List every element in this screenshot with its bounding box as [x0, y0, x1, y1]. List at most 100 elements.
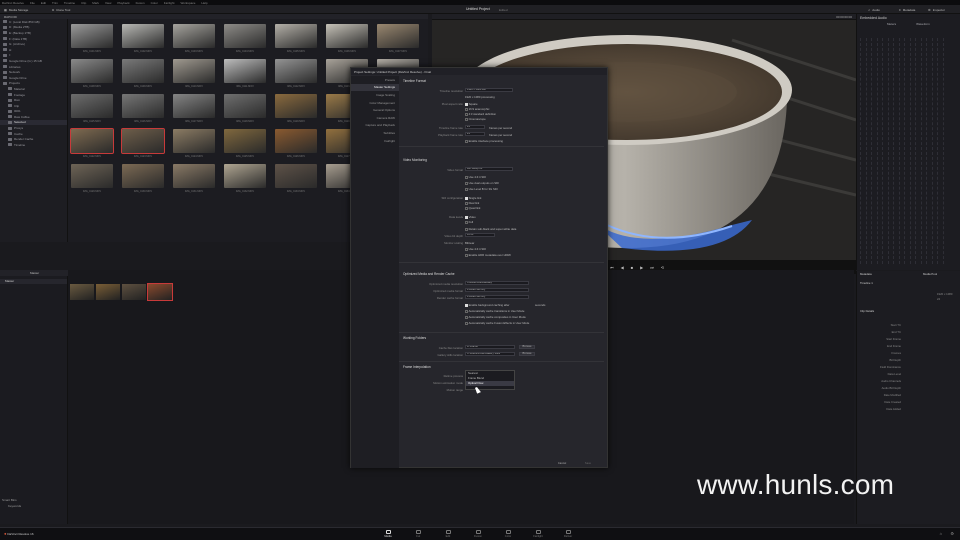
media-thumbnail[interactable]: IMG_0110.MOV: [173, 59, 215, 92]
media-thumbnail[interactable]: IMG_0111.MOV: [224, 59, 266, 92]
retain-checkbox[interactable]: [465, 227, 468, 231]
cache-format-select[interactable]: ProRes 422 HQ: [465, 295, 529, 299]
media-thumbnail[interactable]: IMG_0125.MOV: [224, 129, 266, 162]
metadata-button[interactable]: ≡ Metadata: [899, 7, 915, 12]
settings-nav-item[interactable]: Camera RAW: [351, 114, 399, 122]
media-thumbnail[interactable]: IMG_0126.MOV: [275, 129, 317, 162]
media-thumbnail[interactable]: IMG_0129.MOV: [71, 164, 113, 197]
media-thumbnail[interactable]: IMG_0131.MOV: [173, 164, 215, 197]
settings-nav-item[interactable]: Image Scaling: [351, 91, 399, 99]
dropdown-option[interactable]: Optical Flow: [466, 381, 514, 386]
media-thumbnail[interactable]: IMG_0119.MOV: [275, 94, 317, 127]
fps-select[interactable]: 24: [465, 125, 485, 129]
menu-item[interactable]: File: [30, 1, 35, 5]
playback-fps-select[interactable]: 24: [465, 132, 485, 136]
option-checkbox[interactable]: [465, 220, 468, 224]
timeline-clip-thumbnail[interactable]: [122, 284, 146, 300]
page-tab-fusion[interactable]: Fusion: [464, 530, 492, 538]
opt-format-select[interactable]: ProRes 422 HQ: [465, 288, 529, 292]
timeline-clip-thumbnail[interactable]: [96, 284, 120, 300]
retain-check[interactable]: Retain sub-black and super-white data: [465, 227, 516, 231]
menu-item[interactable]: Mark: [92, 1, 99, 5]
playback-control-icon[interactable]: ◀: [621, 265, 624, 270]
option-checkbox[interactable]: [465, 321, 468, 325]
menu-item[interactable]: Clip: [81, 1, 86, 5]
settings-nav-item[interactable]: General Options: [351, 106, 399, 114]
page-tab-edit[interactable]: Edit: [434, 530, 462, 538]
option-checkbox[interactable]: [465, 107, 468, 111]
media-thumbnail[interactable]: IMG_0102.MOV: [122, 24, 164, 57]
page-tab-fairlight[interactable]: Fairlight: [524, 530, 552, 538]
media-thumbnail[interactable]: IMG_0109.MOV: [122, 59, 164, 92]
settings-nav-item[interactable]: Presets: [351, 76, 399, 84]
media-thumbnail[interactable]: IMG_0107.MOV: [377, 24, 419, 57]
resolution-select[interactable]: 1920 x 1080 HD: [465, 88, 513, 92]
clone-tool-button[interactable]: ⧉ Clone Tool: [52, 7, 70, 12]
settings-option[interactable]: Use 4:4:4 SDI: [465, 247, 486, 251]
option-checkbox[interactable]: [465, 303, 468, 307]
settings-option[interactable]: Square: [465, 102, 478, 106]
page-tab-color[interactable]: Color: [494, 530, 522, 538]
menu-item[interactable]: Fairlight: [164, 1, 175, 5]
playback-control-icon[interactable]: ⏮: [610, 265, 614, 270]
audio-tab[interactable]: Waveform: [916, 22, 930, 26]
option-checkbox[interactable]: [465, 215, 468, 219]
media-thumbnail[interactable]: IMG_0103.MOV: [173, 24, 215, 57]
media-storage-button[interactable]: ▦ Media Storage: [4, 7, 28, 12]
playback-control-icon[interactable]: ■: [631, 265, 633, 270]
bin-tree-item[interactable]: Timeline: [0, 142, 67, 148]
media-thumbnail[interactable]: IMG_0106.MOV: [326, 24, 368, 57]
playback-control-icon[interactable]: ⟲: [661, 265, 664, 270]
gallery-browse-button[interactable]: Browse: [519, 352, 535, 356]
settings-option[interactable]: Automatically cache Fusion Effects in Us…: [465, 321, 529, 325]
option-checkbox[interactable]: [465, 187, 468, 191]
media-thumbnail[interactable]: IMG_0101.MOV: [71, 24, 113, 57]
cache-location-input[interactable]: D:\Cache: [465, 345, 515, 349]
playback-control-icon[interactable]: ▶: [640, 265, 643, 270]
option-checkbox[interactable]: [465, 181, 468, 185]
media-thumbnail[interactable]: IMG_0122.MOV: [70, 128, 114, 162]
option-checkbox[interactable]: [465, 117, 468, 121]
settings-nav-item[interactable]: Master Settings: [351, 83, 399, 92]
media-thumbnail[interactable]: IMG_0130.MOV: [122, 164, 164, 197]
settings-gear-icon[interactable]: ⚙: [950, 531, 954, 536]
bit-depth-select[interactable]: 10 bit: [465, 233, 495, 237]
menu-item[interactable]: Playback: [117, 1, 129, 5]
menu-item[interactable]: Help: [201, 1, 207, 5]
settings-option[interactable]: Dual link: [465, 201, 479, 205]
option-checkbox[interactable]: [465, 206, 468, 210]
master-bin[interactable]: Master: [0, 279, 67, 284]
option-checkbox[interactable]: [465, 309, 468, 313]
audio-tab[interactable]: Meters: [887, 22, 896, 26]
settings-option[interactable]: Single link: [465, 196, 481, 200]
settings-nav-item[interactable]: Fairlight: [351, 137, 399, 145]
media-thumbnail[interactable]: IMG_0123.MOV: [121, 128, 165, 162]
menu-item[interactable]: Color: [151, 1, 158, 5]
audio-button[interactable]: ♫ Audio: [868, 7, 880, 12]
home-icon[interactable]: ⌂: [940, 531, 942, 536]
settings-option[interactable]: Use dual outputs on SDI: [465, 181, 499, 185]
option-checkbox[interactable]: [465, 102, 468, 106]
option-checkbox[interactable]: [465, 315, 468, 319]
monitor-scaling-value[interactable]: Bilinear: [465, 241, 474, 245]
media-thumbnail[interactable]: IMG_0117.MOV: [173, 94, 215, 127]
option-checkbox[interactable]: [465, 196, 468, 200]
inspector-button[interactable]: ⚙ Inspector: [928, 7, 945, 12]
timeline-clip-thumbnail[interactable]: [147, 283, 173, 301]
media-thumbnail[interactable]: IMG_0108.MOV: [71, 59, 113, 92]
media-thumbnail[interactable]: IMG_0112.MOV: [275, 59, 317, 92]
menu-item[interactable]: Fusion: [136, 1, 145, 5]
settings-nav-item[interactable]: Capture and Playback: [351, 122, 399, 130]
media-thumbnail[interactable]: IMG_0105.MOV: [275, 24, 317, 57]
cache-browse-button[interactable]: Browse: [519, 345, 535, 349]
playback-control-icon[interactable]: ⏭: [650, 265, 654, 270]
save-button[interactable]: Save: [577, 462, 599, 466]
settings-option[interactable]: 16:9 anamorphic: [465, 107, 489, 111]
settings-option[interactable]: 4:3 standard definition: [465, 112, 496, 116]
video-format-select[interactable]: HD 1080p 24: [465, 167, 513, 171]
media-thumbnail[interactable]: IMG_0132.MOV: [224, 164, 266, 197]
gallery-location-input[interactable]: C:\Users\Public\Gallery Stills: [465, 352, 515, 356]
settings-nav-item[interactable]: Color Management: [351, 99, 399, 107]
menu-item[interactable]: Edit: [41, 1, 46, 5]
settings-option[interactable]: Automatically cache composites in User M…: [465, 315, 526, 319]
